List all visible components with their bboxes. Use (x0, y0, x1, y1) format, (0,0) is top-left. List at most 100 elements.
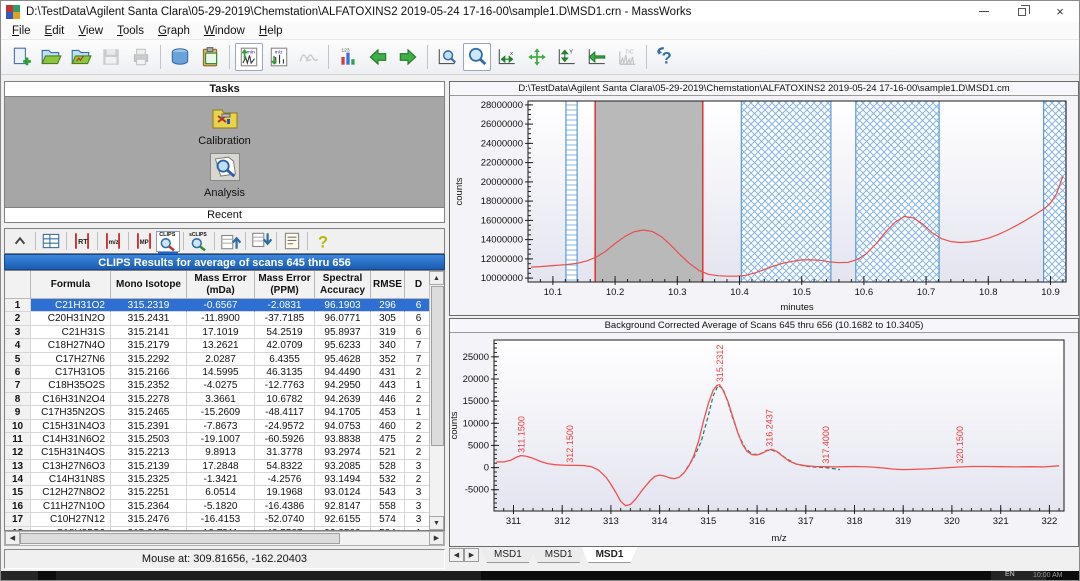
scroll-down-icon[interactable]: ▼ (429, 516, 444, 530)
rmse-cell[interactable]: 443 (371, 379, 405, 392)
table-row[interactable]: 3C21H31S315.214117.101954.251995.8937319… (5, 326, 429, 339)
import-results-button[interactable] (218, 231, 242, 252)
mass-error-ppm-cell[interactable]: -48.4117 (255, 406, 315, 419)
row-number[interactable]: 3 (5, 326, 31, 339)
mass-error-ppm-cell[interactable]: -12.7763 (255, 379, 315, 392)
spectral-accuracy-cell[interactable]: 94.2950 (315, 379, 371, 392)
column-header[interactable]: Mono Isotope (111, 271, 187, 299)
row-number[interactable]: 6 (5, 366, 31, 379)
export-results-button[interactable] (249, 231, 273, 252)
table-row[interactable]: 4C18H27N4O315.217913.262142.070995.62333… (5, 339, 429, 352)
mp-range-button[interactable]: MP (132, 231, 156, 252)
column-header[interactable] (5, 271, 31, 299)
mass-error-mda-cell[interactable]: 6.0514 (187, 486, 255, 499)
rt-range-button[interactable]: RT (70, 231, 94, 252)
rmse-cell[interactable]: 431 (371, 366, 405, 379)
row-number[interactable]: 13 (5, 460, 31, 473)
rmse-cell[interactable]: 521 (371, 446, 405, 459)
mono-isotope-cell[interactable]: 315.2391 (111, 420, 187, 433)
mass-error-ppm-cell[interactable]: 6.4355 (255, 353, 315, 366)
tab-msd1-2[interactable]: MSD1 (531, 547, 587, 563)
mass-error-ppm-cell[interactable]: -2.0831 (255, 299, 315, 312)
menu-view[interactable]: View (71, 24, 110, 38)
mass-error-mda-cell[interactable]: 13.2621 (187, 339, 255, 352)
row-number[interactable]: 12 (5, 446, 31, 459)
row-number[interactable]: 14 (5, 473, 31, 486)
mass-error-mda-cell[interactable]: -1.3421 (187, 473, 255, 486)
mass-error-ppm-cell[interactable]: -60.5926 (255, 433, 315, 446)
mass-error-mda-cell[interactable]: -5.1820 (187, 500, 255, 513)
mono-isotope-cell[interactable]: 315.2325 (111, 473, 187, 486)
report-view-button[interactable] (280, 231, 304, 252)
mono-isotope-cell[interactable]: 315.2179 (111, 339, 187, 352)
mass-error-mda-cell[interactable]: 9.8913 (187, 446, 255, 459)
table-row[interactable]: 2C20H31N2O315.2431-11.8900-37.718596.077… (5, 312, 429, 325)
table-row[interactable]: 1C21H31O2315.2319-0.6567-2.083196.190329… (5, 299, 429, 312)
spectral-accuracy-cell[interactable]: 93.8838 (315, 433, 371, 446)
rmse-cell[interactable]: 475 (371, 433, 405, 446)
mass-error-mda-cell[interactable]: -15.2609 (187, 406, 255, 419)
minimize-button[interactable] (965, 1, 1003, 22)
table-row[interactable]: 14C14H31N8S315.2325-1.3421-4.257693.1494… (5, 473, 429, 486)
spectral-accuracy-cell[interactable]: 96.0771 (315, 312, 371, 325)
table-row[interactable]: 5C17H27N6315.22922.02876.435595.46283527 (5, 353, 429, 366)
mono-isotope-cell[interactable]: 315.2352 (111, 379, 187, 392)
spectral-accuracy-cell[interactable]: 93.2085 (315, 460, 371, 473)
formula-cell[interactable]: C21H31O2 (31, 299, 111, 312)
menu-help[interactable]: Help (252, 24, 290, 38)
row-number[interactable]: 1 (5, 299, 31, 312)
formula-cell[interactable]: C13H27N6O3 (31, 460, 111, 473)
menu-window[interactable]: Window (197, 24, 252, 38)
expand-y-button[interactable]: Y (553, 43, 581, 71)
spectral-accuracy-cell[interactable]: 93.0124 (315, 486, 371, 499)
chromatogram-chart[interactable]: 1000000012000000140000001600000018000000… (450, 96, 1078, 319)
row-number[interactable]: 17 (5, 513, 31, 526)
rmse-cell[interactable]: 296 (371, 299, 405, 312)
view-3d-button[interactable] (166, 43, 194, 71)
tab-scroll-right-icon[interactable]: ▶ (464, 548, 479, 562)
taskbar-clock[interactable]: 10:00 AM (1033, 572, 1063, 579)
row-number[interactable]: 7 (5, 379, 31, 392)
mass-error-ppm-cell[interactable]: 54.2519 (255, 326, 315, 339)
clips-search-button[interactable]: CLIPS (156, 231, 180, 252)
formula-cell[interactable]: C17H27N6 (31, 353, 111, 366)
row-number[interactable]: 5 (5, 353, 31, 366)
horizontal-scrollbar[interactable]: ◀ ▶ (4, 531, 445, 546)
mass-error-mda-cell[interactable]: 2.0287 (187, 353, 255, 366)
mass-error-ppm-cell[interactable]: -24.9572 (255, 420, 315, 433)
rmse-cell[interactable]: 558 (371, 500, 405, 513)
scroll-right-icon[interactable]: ▶ (429, 531, 444, 545)
scroll-up-icon[interactable]: ▲ (429, 271, 444, 285)
rmse-cell[interactable]: 528 (371, 460, 405, 473)
start-button[interactable] (1, 571, 38, 580)
spectral-accuracy-cell[interactable]: 95.4628 (315, 353, 371, 366)
rmse-cell[interactable]: 574 (371, 513, 405, 526)
spectral-accuracy-cell[interactable]: 93.2974 (315, 446, 371, 459)
restore-button[interactable] (1003, 1, 1041, 22)
next-scan-button[interactable] (394, 43, 422, 71)
close-button[interactable]: × (1041, 1, 1079, 22)
mono-isotope-cell[interactable]: 315.2278 (111, 393, 187, 406)
formula-cell[interactable]: C14H31N8S (31, 473, 111, 486)
column-header[interactable]: RMSE (371, 271, 405, 299)
expand-all-button[interactable] (523, 43, 551, 71)
formula-cell[interactable]: C18H27N4O (31, 339, 111, 352)
spectral-accuracy-cell[interactable]: 94.0753 (315, 420, 371, 433)
mass-error-ppm-cell[interactable]: -52.0740 (255, 513, 315, 526)
formula-cell[interactable]: C14H31N6O2 (31, 433, 111, 446)
mono-isotope-cell[interactable]: 315.2503 (111, 433, 187, 446)
menu-file[interactable]: File (5, 24, 38, 38)
copy-clipboard-button[interactable] (196, 43, 224, 71)
mono-isotope-cell[interactable]: 315.2431 (111, 312, 187, 325)
row-number[interactable]: 10 (5, 420, 31, 433)
recent-section-header[interactable]: Recent (5, 207, 444, 222)
taskbar-search[interactable] (56, 571, 481, 580)
menu-edit[interactable]: Edit (38, 24, 72, 38)
formula-cell[interactable]: C12H27N8O2 (31, 486, 111, 499)
formula-cell[interactable]: C20H31N2O (31, 312, 111, 325)
mass-error-mda-cell[interactable]: -16.4153 (187, 513, 255, 526)
table-row[interactable]: 8C16H31N2O4315.22783.366110.678294.26394… (5, 393, 429, 406)
vertical-scroll-thumb[interactable] (431, 286, 444, 446)
table-row[interactable]: 11C14H31N6O2315.2503-19.1007-60.592693.8… (5, 433, 429, 446)
rmse-cell[interactable]: 460 (371, 420, 405, 433)
